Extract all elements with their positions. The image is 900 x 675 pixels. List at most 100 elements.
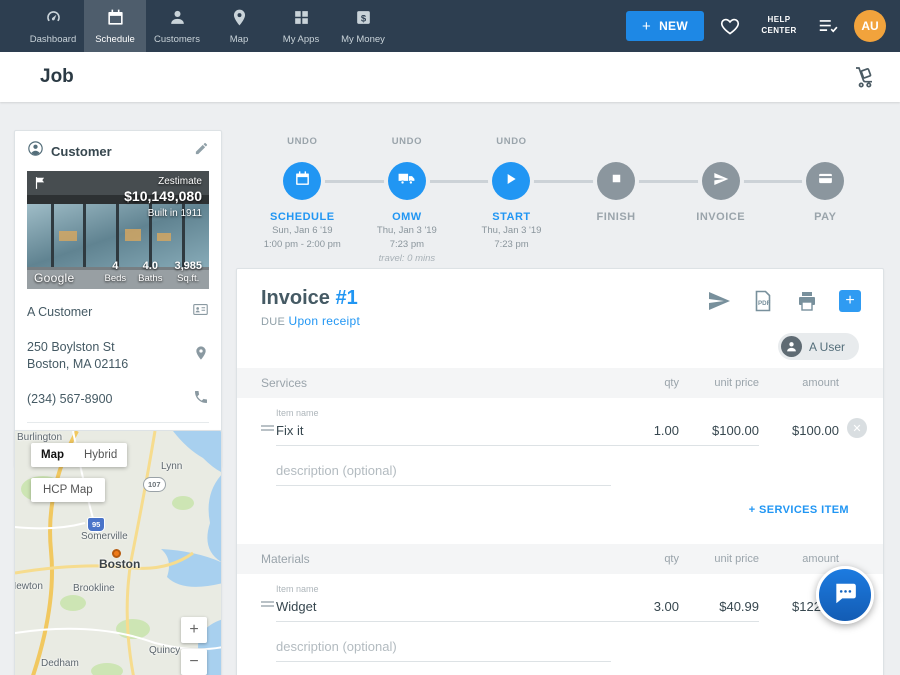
schedule-step-button[interactable] [283,162,321,200]
nav-item-my-money[interactable]: $ My Money [332,0,394,52]
location-pin-icon [193,345,209,366]
pay-step-button[interactable] [806,162,844,200]
undo-omw-button[interactable]: UNDO [392,136,422,149]
undo-start-button[interactable]: UNDO [496,136,526,149]
dashboard-icon [44,8,63,32]
mini-map[interactable]: Burlington Lynn Somerville Boston Newton… [14,430,222,675]
item-name-input[interactable] [276,594,609,622]
unit-price-input[interactable] [679,594,759,622]
zoom-out-button[interactable]: − [181,649,207,675]
nav-item-dashboard[interactable]: Dashboard [22,0,84,52]
customer-phone: (234) 567-8900 [27,391,193,408]
timeline-step-invoice: INVOICE [668,136,773,265]
truck-icon [397,169,416,193]
customer-name-row[interactable]: A Customer [27,293,209,331]
app-screen: Dashboard Schedule Customers Map My Apps… [0,0,900,675]
nav-item-customers[interactable]: Customers [146,0,208,52]
section-title: Materials [261,552,609,566]
map-label: Dedham [41,658,79,669]
assignee-avatar [781,336,802,357]
send-invoice-icon[interactable] [707,289,731,313]
item-name-label: Item name [276,584,609,594]
schedule-icon [106,8,125,32]
item-name-field: Item name [276,408,609,446]
nav-label: Dashboard [30,34,76,45]
add-button[interactable]: + [839,290,861,312]
invoice-header: Invoice #1 DUE Upon receipt PDF + A User [237,269,883,328]
stat-beds: 4Beds [105,260,127,284]
omw-step-button[interactable] [388,162,426,200]
section-title: Services [261,376,609,390]
job-status-timeline: UNDO SCHEDULE Sun, Jan 6 '19 1:00 pm - 2… [250,136,878,265]
add-services-item-link[interactable]: + SERVICES ITEM [749,504,849,516]
drag-handle-icon[interactable] [261,599,276,609]
item-name-input[interactable] [276,418,609,446]
assigned-user-pill[interactable]: A User [778,333,859,360]
chat-icon [832,580,858,611]
hand-truck-icon[interactable] [852,65,876,89]
start-step-button[interactable] [492,162,530,200]
stat-baths: 4.0Baths [138,260,162,284]
play-icon [503,171,519,192]
contact-card-icon [192,301,209,323]
due-terms-link[interactable]: Upon receipt [288,314,360,328]
apps-grid-icon [292,8,311,32]
interstate-shield: 95 [87,517,105,532]
remove-item-button[interactable]: ✕ [847,418,867,438]
nav-item-my-apps[interactable]: My Apps [270,0,332,52]
description-input[interactable] [276,458,611,486]
zestimate-value: $10,149,080 [124,188,202,204]
new-button[interactable]: + NEW [626,11,704,41]
customer-card: Customer Zestimate $10,149,080 Built in … [14,130,222,467]
help-center-link[interactable]: HELP CENTER [756,15,802,37]
invoice-step-button[interactable] [702,162,740,200]
customer-circle-icon [27,140,44,162]
customer-phone-row[interactable]: (234) 567-8900 [27,381,209,418]
customer-card-title: Customer [51,144,187,159]
map-type-map-button[interactable]: Map [31,443,74,467]
map-type-hybrid-button[interactable]: Hybrid [74,443,127,467]
map-zoom-control: + − [181,617,207,675]
undo-schedule-button[interactable]: UNDO [287,136,317,149]
credit-card-icon [817,170,834,192]
map-pin-icon [230,8,249,32]
money-icon: $ [354,8,373,32]
material-description-row [237,622,883,662]
timeline-step-schedule: UNDO SCHEDULE Sun, Jan 6 '19 1:00 pm - 2… [250,136,355,265]
nav-item-map[interactable]: Map [208,0,270,52]
task-list-icon[interactable] [817,15,839,37]
assignee-name: A User [809,340,845,354]
user-avatar[interactable]: AU [854,10,886,42]
description-input[interactable] [276,634,611,662]
qty-column-header: qty [609,377,679,389]
zoom-in-button[interactable]: + [181,617,207,643]
chat-bubble-button[interactable] [816,566,874,624]
amount-column-header: amount [759,553,839,565]
pdf-icon[interactable]: PDF [751,289,775,313]
print-icon[interactable] [795,289,819,313]
google-watermark: Google [34,271,75,285]
item-name-field: Item name [276,584,609,622]
nav-item-schedule[interactable]: Schedule [84,0,146,52]
zestimate-block: Zestimate $10,149,080 Built in 1911 [124,176,202,219]
referrals-heart-icon[interactable] [719,15,741,37]
map-type-control: Map Hybrid [31,443,127,467]
invoice-due: DUE Upon receipt [261,314,859,328]
customer-address-row[interactable]: 250 Boylston StBoston, MA 02116 [27,331,209,381]
qty-column-header: qty [609,553,679,565]
edit-pencil-icon[interactable] [194,141,209,161]
qty-input[interactable] [609,418,679,446]
map-label: Newton [14,581,43,592]
property-photo: Zestimate $10,149,080 Built in 1911 4Bed… [27,171,209,289]
hcp-map-button[interactable]: HCP Map [31,478,105,502]
qty-input[interactable] [609,594,679,622]
drag-handle-icon[interactable] [261,423,276,433]
zestimate-label: Zestimate [124,176,202,187]
unit-price-input[interactable] [679,418,759,446]
top-nav: Dashboard Schedule Customers Map My Apps… [0,0,900,52]
property-stats: 4Beds 4.0Baths 3,985Sq.ft. [105,260,202,284]
customer-address: 250 Boylston StBoston, MA 02116 [27,339,193,373]
finish-step-button[interactable] [597,162,635,200]
invoice-actions: PDF + [707,289,861,313]
nav-label: My Apps [283,34,319,45]
